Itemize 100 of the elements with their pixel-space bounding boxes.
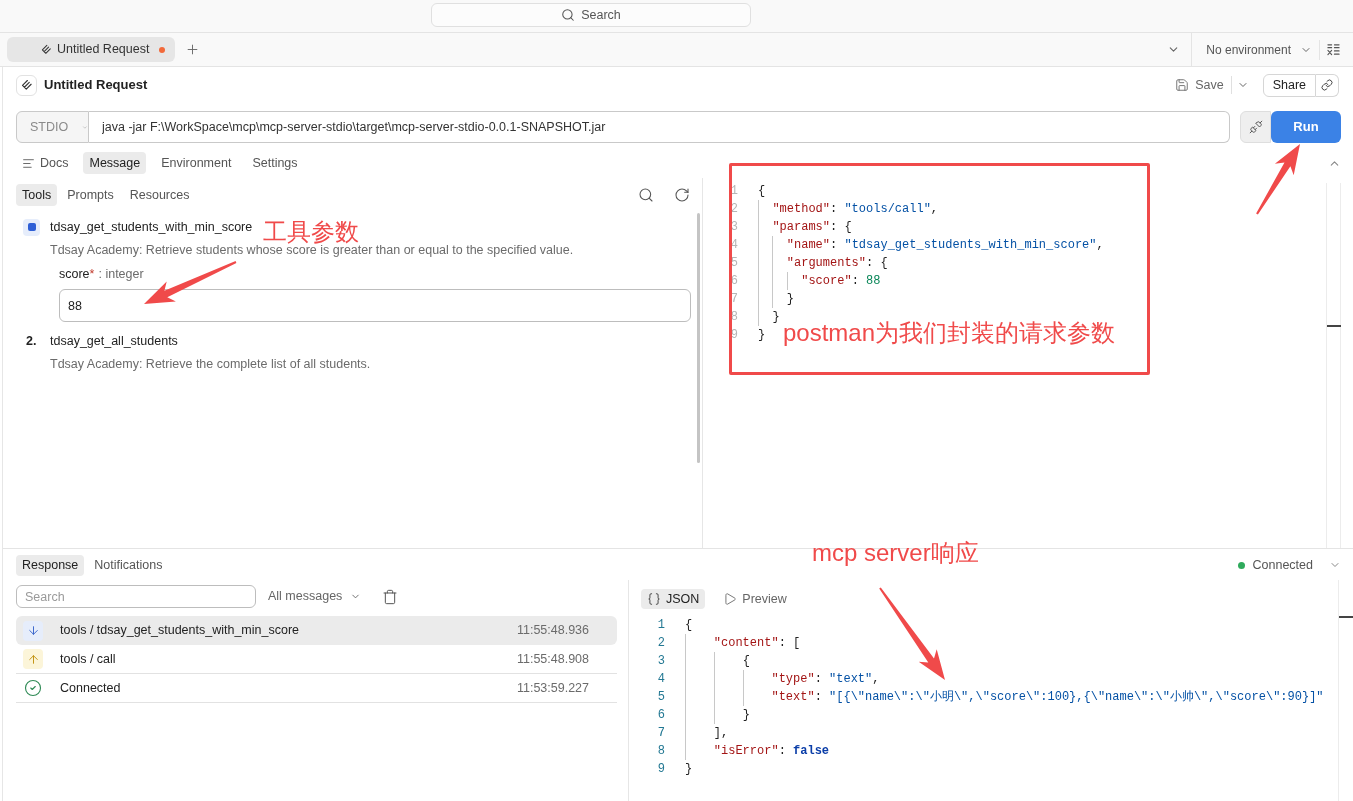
unplug-icon [1248, 120, 1263, 134]
scrollbar[interactable] [1338, 580, 1353, 801]
code-line: "params": { [758, 218, 852, 236]
message-time: 11:53:59.227 [516, 679, 589, 697]
selected-tool-icon[interactable] [23, 218, 40, 236]
arrow-down-icon [23, 620, 43, 641]
message-type-tab[interactable]: Resources [123, 184, 196, 206]
line-number: 2 [656, 635, 665, 652]
message-filter-select[interactable]: All messages [268, 587, 362, 606]
line-number: 1 [656, 617, 665, 634]
line-number: 1 [729, 183, 738, 200]
message-time: 11:55:48.936 [516, 622, 589, 640]
code-line: "method": "tools/call", [758, 200, 939, 218]
line-number: 8 [729, 309, 738, 326]
search-field[interactable]: Search [16, 585, 256, 608]
code-line: { [685, 617, 693, 634]
link-icon [1321, 79, 1333, 91]
code-line: "text": "[{\"name\":\"小明\",\"score\":100},{\"name\":\"小帅\",\"score\":90}]" [685, 688, 1324, 706]
view-tab[interactable]: Preview [717, 589, 793, 609]
code-line: } [758, 327, 766, 344]
plus-icon[interactable] [185, 42, 200, 57]
parameter-field[interactable]: 88 [59, 289, 691, 322]
line-number: 2 [729, 201, 738, 218]
layers-icon [16, 74, 37, 96]
code-line: "score": 88 [758, 272, 881, 290]
scrollbar[interactable] [1326, 183, 1341, 548]
play-icon [723, 592, 738, 606]
message-row[interactable]: tools / call 11:55:48.908 [16, 645, 617, 674]
tool-description: Tdsay Academy: Retrieve students whose score is greater than or equal to the specified value. [50, 243, 574, 259]
share-button[interactable]: Share [1262, 73, 1316, 97]
code-line: "name": "tdsay_get_students_with_min_score", [758, 236, 1104, 254]
scrollbar[interactable] [697, 213, 700, 463]
save-button[interactable]: Save [1175, 75, 1224, 95]
code-line: "arguments": { [758, 254, 888, 272]
request-section-tab[interactable]: Settings [246, 152, 304, 174]
annotation-text: 工具参数 [263, 217, 359, 246]
layers-icon [41, 44, 52, 55]
message-time: 11:55:48.908 [516, 650, 589, 668]
code-line: ], [685, 724, 729, 742]
disconnect-button[interactable] [1240, 111, 1271, 143]
search-button[interactable]: Search [431, 3, 751, 27]
view-tab[interactable]: JSON [641, 589, 706, 609]
annotation-arrow [1256, 144, 1300, 215]
annotation-text: mcp server响应 [812, 538, 979, 568]
tool-number: 2. [25, 332, 37, 350]
line-number: 3 [656, 653, 665, 670]
request-section-tab[interactable]: Message [83, 152, 147, 174]
tool-name[interactable]: tdsay_get_all_students [50, 331, 178, 351]
search-icon [561, 8, 576, 22]
line-number: 9 [656, 761, 665, 778]
arrow-up-icon [23, 649, 43, 669]
message-text: tools / call [60, 650, 116, 668]
save-icon [1175, 78, 1190, 92]
message-type-tab[interactable]: Tools [16, 184, 58, 206]
tool-description: Tdsay Academy: Retrieve the complete list of all students. [50, 356, 371, 373]
message-row[interactable]: tools / tdsay_get_students_with_min_score 11:55:48.936 [16, 616, 617, 645]
message-row[interactable]: Connected 11:53:59.227 [16, 674, 617, 703]
response-tab[interactable]: Response [16, 554, 85, 576]
code-line: } [758, 290, 794, 308]
line-number: 9 [729, 327, 738, 344]
code-line: } [685, 706, 750, 724]
code-line: "isError": false [685, 742, 830, 760]
code-line: { [758, 183, 766, 200]
line-number: 5 [729, 255, 738, 272]
code-line: "type": "text", [685, 670, 880, 688]
braces-icon [647, 592, 661, 606]
message-text: tools / tdsay_get_students_with_min_score [60, 622, 300, 640]
command-field[interactable]: java -jar F:\WorkSpace\mcp\mcp-server-stdio\target\mcp-server-stdio-0.0.1-SNAPSHOT.jar [89, 111, 1230, 143]
parameter-label: score* : integer [59, 265, 144, 283]
connection-status[interactable]: Connected [1237, 555, 1313, 575]
environment-select[interactable]: No environment [1206, 40, 1312, 59]
code-line: } [685, 761, 693, 778]
run-button[interactable]: Run [1271, 111, 1341, 143]
request-section-tab[interactable]: Environment [155, 152, 238, 174]
trash-icon[interactable] [382, 588, 399, 605]
line-number: 6 [656, 707, 665, 724]
request-section-tab[interactable]: Docs [16, 152, 75, 174]
code-line: "content": [ [685, 634, 801, 652]
code-line: { [685, 652, 750, 670]
request-title: Untitled Request [44, 76, 148, 95]
response-tab[interactable]: Notifications [88, 554, 169, 576]
request-tab[interactable]: Untitled Request [7, 37, 175, 62]
line-number: 3 [729, 219, 738, 236]
link-button[interactable] [1316, 73, 1339, 97]
refresh-icon[interactable] [674, 187, 690, 203]
message-type-tab[interactable]: Prompts [61, 184, 120, 206]
line-number: 4 [656, 671, 665, 688]
line-number: 8 [656, 743, 665, 760]
search-icon[interactable] [638, 187, 654, 203]
line-number: 7 [729, 291, 738, 308]
tool-name[interactable]: tdsay_get_students_with_min_score [50, 217, 253, 237]
annotation-text: postman为我们封装的请求参数 [783, 318, 1116, 348]
line-number: 7 [656, 725, 665, 742]
text-lines-icon [22, 156, 35, 170]
line-number: 5 [656, 689, 665, 706]
line-number: 6 [729, 273, 738, 290]
code-line: } [758, 308, 780, 326]
list-icon[interactable] [1327, 43, 1340, 56]
check-circle-icon [23, 678, 43, 698]
message-text: Connected [60, 679, 121, 697]
